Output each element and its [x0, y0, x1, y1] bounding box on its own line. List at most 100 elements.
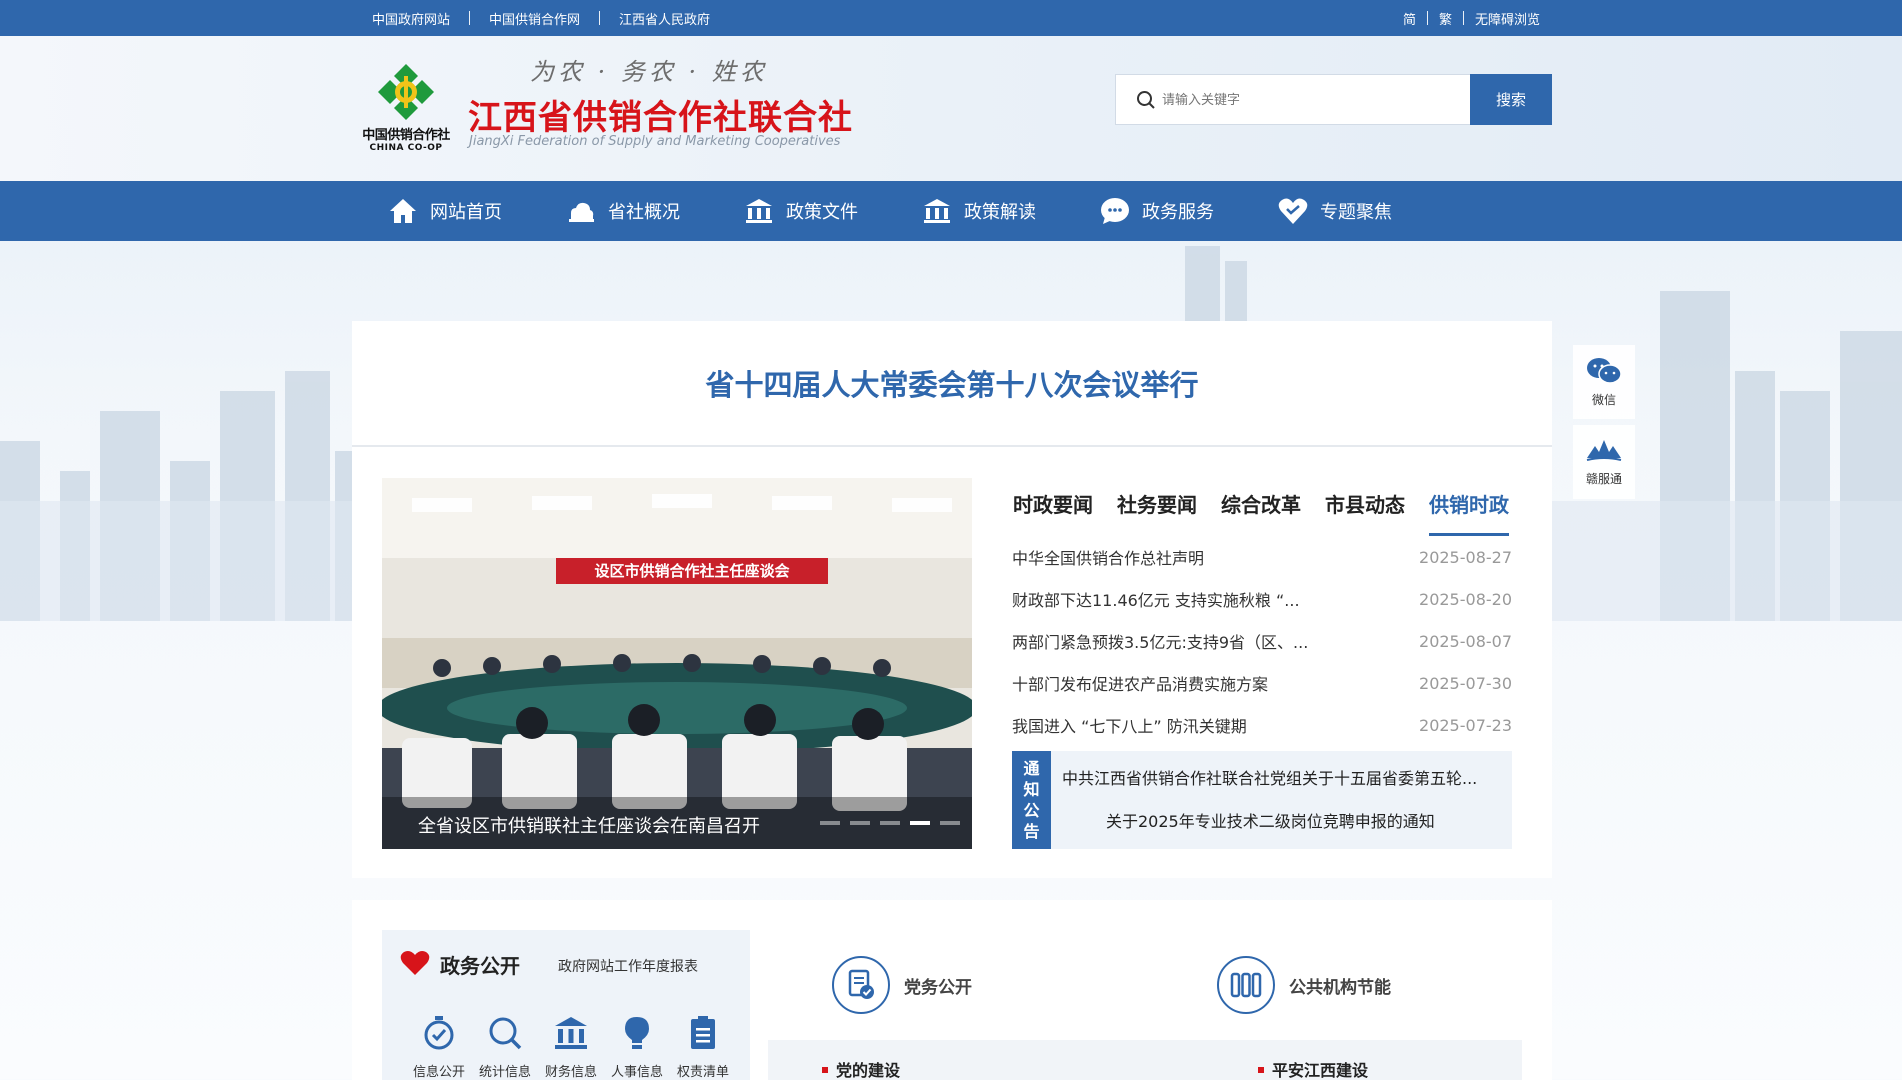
clipboard-icon — [691, 1016, 715, 1049]
gov-item-finance[interactable]: 财务信息 — [538, 1015, 604, 1080]
notice-board: 通 知 公 告 中共江西省供销合作社联合社党组关于十五届省委第五轮... 关于2… — [1012, 751, 1512, 849]
divider — [469, 11, 471, 25]
link-gov-site[interactable]: 中国政府网站 — [372, 9, 450, 28]
gov-item-label: 人事信息 — [610, 1065, 663, 1080]
carousel-dots — [810, 821, 960, 825]
news-title[interactable]: 中华全国供销合作总社声明 — [1012, 545, 1204, 569]
link-coop-site[interactable]: 中国供销合作网 — [489, 9, 580, 28]
notice-tag-char: 公 — [1023, 801, 1040, 820]
sub-link-party-building[interactable]: 党的建设 — [822, 1057, 900, 1080]
tab-coop-news[interactable]: 社务要闻 — [1117, 488, 1197, 536]
nav-item-topics[interactable]: 专题聚焦 — [1278, 181, 1392, 241]
meeting-photo: 设区市供销合作社主任座谈会 — [382, 478, 972, 849]
bulb-icon — [625, 1017, 649, 1049]
news-item[interactable]: 我国进入 “七下八上” 防汛关键期 2025-07-23 — [1012, 704, 1512, 746]
side-item-ganfutong[interactable]: 赣服通 — [1573, 425, 1635, 499]
divider — [1426, 11, 1428, 25]
gov-affairs-card: 政务公开 政府网站工作年度报表 信息公开 统计信息 财务信息 人事信息 权责清单… — [352, 900, 1552, 1080]
nav-label: 政策文件 — [786, 202, 858, 223]
carousel-dot[interactable] — [850, 821, 870, 825]
search-box: 搜索 — [1115, 74, 1552, 125]
news-item[interactable]: 两部门紧急预拨3.5亿元:支持9省（区、... 2025-08-07 — [1012, 620, 1512, 662]
news-list: 中华全国供销合作总社声明 2025-08-27 财政部下达11.46亿元 支持实… — [1012, 536, 1512, 746]
main-nav: 网站首页 省社概况 政策文件 政策解读 政务服务 专题聚焦 — [0, 181, 1902, 241]
nav-item-home[interactable]: 网站首页 — [388, 181, 502, 241]
gov-item-power-list[interactable]: 权责清单 — [670, 1015, 736, 1080]
gov-item-personnel[interactable]: 人事信息 — [604, 1015, 670, 1080]
tab-current-affairs[interactable]: 时政要闻 — [1013, 488, 1093, 536]
gov-open-title: 政务公开 — [440, 954, 520, 978]
logo-text-en: CHINA CO-OP — [369, 143, 443, 153]
nav-item-policy-interpret[interactable]: 政策解读 — [922, 181, 1036, 241]
logo-text-cn: 中国供销合作社 — [362, 128, 450, 143]
news-item[interactable]: 十部门发布促进农产品消费实施方案 2025-07-30 — [1012, 662, 1512, 704]
search-button[interactable]: 搜索 — [1470, 74, 1552, 125]
carousel-caption-bar: 全省设区市供销联社主任座谈会在南昌召开 — [382, 797, 972, 849]
battery-icon — [1217, 956, 1275, 1014]
headline-card: 省十四届人大常委会第十八次会议举行 设区市供销合作社主任座谈会 全省设区市供销联… — [352, 321, 1552, 878]
side-item-label: 赣服通 — [1585, 471, 1622, 486]
annual-report-link[interactable]: 政府网站工作年度报表 — [558, 956, 698, 976]
nav-label: 网站首页 — [430, 202, 502, 223]
side-item-wechat[interactable]: 微信 — [1573, 345, 1635, 419]
gov-service-icon — [1586, 439, 1622, 461]
carousel-dot[interactable] — [820, 821, 840, 825]
news-date: 2025-08-07 — [1419, 631, 1512, 651]
notice-tag-char: 知 — [1023, 780, 1040, 799]
heart-icon — [400, 951, 430, 975]
news-title[interactable]: 两部门紧急预拨3.5亿元:支持9省（区、... — [1012, 629, 1308, 653]
top-bar: 中国政府网站 中国供销合作网 江西省人民政府 简 繁 无障碍浏览 — [0, 0, 1902, 36]
news-date: 2025-07-23 — [1419, 715, 1512, 735]
category-label: 公共机构节能 — [1289, 977, 1391, 998]
simplified-chinese-link[interactable]: 简 — [1403, 9, 1416, 28]
notice-tag-char: 告 — [1023, 822, 1040, 841]
news-tabs: 时政要闻 社务要闻 综合改革 市县动态 供销时政 — [1013, 488, 1513, 536]
link-jiangxi-gov[interactable]: 江西省人民政府 — [619, 9, 710, 28]
search-input[interactable] — [1162, 87, 1462, 113]
news-title[interactable]: 财政部下达11.46亿元 支持实施秋粮 “... — [1012, 587, 1300, 611]
category-party-affairs[interactable]: 党务公开 — [832, 956, 972, 1014]
carousel-dot[interactable] — [940, 821, 960, 825]
news-date: 2025-07-30 — [1419, 673, 1512, 693]
home-icon — [388, 196, 418, 226]
news-item[interactable]: 财政部下达11.46亿元 支持实施秋粮 “... 2025-08-20 — [1012, 578, 1512, 620]
gov-icon-row: 信息公开 统计信息 财务信息 人事信息 权责清单 — [406, 1015, 736, 1080]
gov-item-info-disclosure[interactable]: 信息公开 — [406, 1015, 472, 1080]
photo-carousel[interactable]: 设区市供销合作社主任座谈会 全省设区市供销联社主任座谈会在南昌召开 — [382, 478, 972, 849]
news-title[interactable]: 十部门发布促进农产品消费实施方案 — [1012, 671, 1268, 695]
site-header: 中国供销合作社 CHINA CO-OP 为农 · 务农 · 姓农 江西省供销合作… — [0, 36, 1902, 181]
nav-item-policy-docs[interactable]: 政策文件 — [744, 181, 858, 241]
nav-item-gov-service[interactable]: 政务服务 — [1100, 181, 1214, 241]
gov-item-statistics[interactable]: 统计信息 — [472, 1015, 538, 1080]
top-links: 中国政府网站 中国供销合作网 江西省人民政府 — [372, 0, 710, 36]
sub-links-bar: 党的建设 平安江西建设 — [768, 1040, 1522, 1080]
carousel-caption[interactable]: 全省设区市供销联社主任座谈会在南昌召开 — [418, 812, 760, 838]
tab-supply-marketing[interactable]: 供销时政 — [1429, 488, 1509, 536]
notice-item[interactable]: 中共江西省供销合作社联合社党组关于十五届省委第五轮... — [1062, 765, 1477, 789]
divider — [599, 11, 601, 25]
stopwatch-icon — [424, 1016, 454, 1050]
news-item[interactable]: 中华全国供销合作总社声明 2025-08-27 — [1012, 536, 1512, 578]
side-float-bar: 微信 赣服通 — [1573, 345, 1635, 505]
carousel-dot-active[interactable] — [910, 821, 930, 825]
site-title[interactable]: 江西省供销合作社联合社 — [468, 90, 853, 139]
coop-logo[interactable]: 中国供销合作社 CHINA CO-OP — [352, 62, 460, 154]
accessibility-link[interactable]: 无障碍浏览 — [1475, 9, 1540, 28]
building-icon — [922, 196, 952, 226]
chat-icon — [1100, 196, 1130, 226]
gov-item-label: 权责清单 — [676, 1065, 729, 1080]
carousel-dot[interactable] — [880, 821, 900, 825]
category-energy-saving[interactable]: 公共机构节能 — [1217, 956, 1391, 1014]
news-title[interactable]: 我国进入 “七下八上” 防汛关键期 — [1012, 713, 1247, 737]
notice-item[interactable]: 关于2025年专业技术二级岗位竞聘申报的通知 — [1106, 808, 1435, 832]
gov-item-label: 统计信息 — [478, 1065, 531, 1080]
tab-reform[interactable]: 综合改革 — [1221, 488, 1301, 536]
gov-item-label: 财务信息 — [544, 1065, 597, 1080]
tab-county-news[interactable]: 市县动态 — [1325, 488, 1405, 536]
sub-link-safe-jiangxi[interactable]: 平安江西建设 — [1258, 1057, 1368, 1080]
traditional-chinese-link[interactable]: 繁 — [1439, 9, 1452, 28]
headline-title[interactable]: 省十四届人大常委会第十八次会议举行 — [705, 362, 1198, 404]
nav-item-overview[interactable]: 省社概况 — [566, 181, 680, 241]
building-icon — [744, 196, 774, 226]
bank-icon — [555, 1017, 587, 1049]
